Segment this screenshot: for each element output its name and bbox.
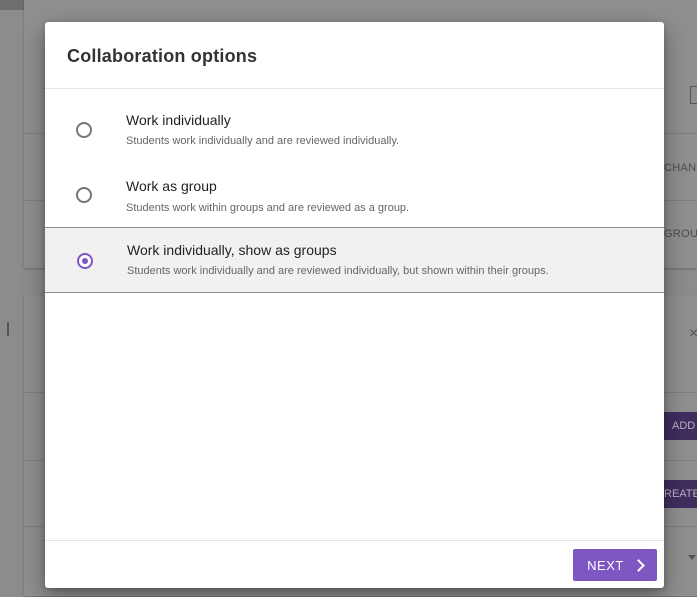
bg-close-icon: × — [689, 325, 697, 342]
next-button-label: NEXT — [587, 557, 624, 573]
dialog-title: Collaboration options — [67, 46, 258, 66]
bg-left-edge-icon — [7, 322, 9, 336]
next-button[interactable]: NEXT — [573, 549, 657, 581]
option-title: Work individually — [126, 112, 231, 128]
chevron-right-icon — [631, 559, 645, 572]
radio-checked-icon[interactable] — [77, 253, 93, 269]
collaboration-options-dialog: Collaboration options Work individually … — [45, 22, 664, 588]
dialog-footer: NEXT — [45, 540, 664, 588]
option-description: Students work within groups and are revi… — [126, 202, 410, 214]
collaboration-option-list: Work individually Students work individu… — [45, 89, 664, 293]
option-work-as-group[interactable]: Work as group Students work within group… — [45, 161, 664, 227]
option-description: Students work individually and are revie… — [126, 135, 400, 147]
option-title: Work individually, show as groups — [127, 242, 337, 258]
bg-create-button: REATE — [664, 480, 697, 508]
option-title: Work as group — [126, 178, 217, 194]
bg-dropdown-icon — [688, 555, 696, 560]
option-work-individually-show-as-groups[interactable]: Work individually, show as groups Studen… — [45, 227, 664, 293]
bg-checkbox-icon — [690, 86, 697, 104]
option-description: Students work individually and are revie… — [127, 265, 549, 277]
radio-unchecked-icon[interactable] — [76, 187, 92, 203]
bg-groups-button: GROU — [664, 228, 697, 240]
bg-add-button: ADD — [664, 412, 697, 440]
option-work-individually[interactable]: Work individually Students work individu… — [45, 89, 664, 161]
bg-change-button: CHAN — [664, 162, 697, 174]
radio-unchecked-icon[interactable] — [76, 122, 92, 138]
dialog-header: Collaboration options — [45, 22, 664, 89]
